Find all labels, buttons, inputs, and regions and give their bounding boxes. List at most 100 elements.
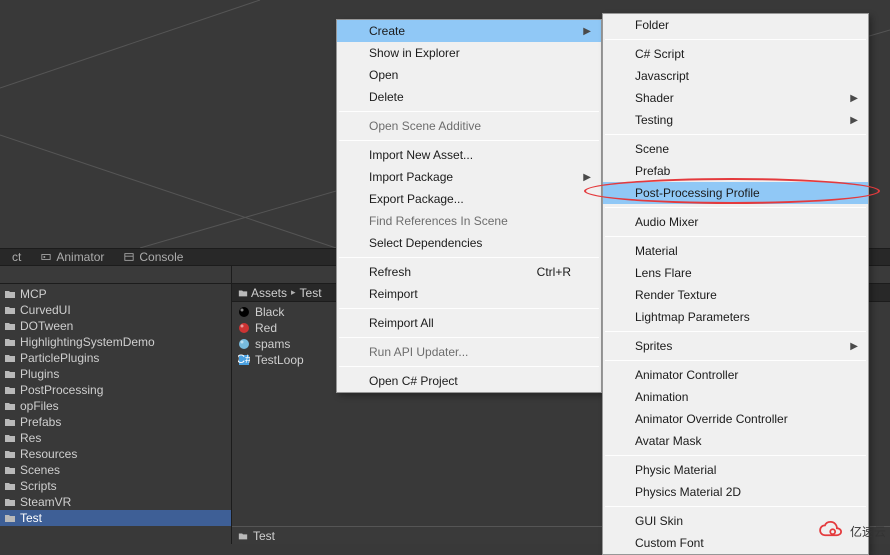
hierarchy-item[interactable]: Prefabs <box>0 414 231 430</box>
hierarchy-item-label: CurvedUI <box>20 303 71 317</box>
hierarchy-item-label: Scenes <box>20 463 60 477</box>
menu-separator <box>339 308 599 309</box>
hierarchy-item-label: Res <box>20 431 41 445</box>
folder-icon <box>4 400 16 412</box>
asset-item-label: spams <box>255 337 290 351</box>
folder-icon <box>4 432 16 444</box>
menu-item[interactable]: Select Dependencies <box>337 232 601 254</box>
menu-item[interactable]: Scene <box>603 138 868 160</box>
folder-icon <box>4 464 16 476</box>
menu-item[interactable]: Javascript <box>603 65 868 87</box>
menu-item-label: Open C# Project <box>369 374 458 388</box>
tab-label: Animator <box>56 250 104 264</box>
tab-label: ct <box>12 250 21 264</box>
hierarchy-item[interactable]: SteamVR <box>0 494 231 510</box>
menu-item[interactable]: Avatar Mask <box>603 430 868 452</box>
menu-item-label: Animation <box>635 390 688 404</box>
menu-item[interactable]: Animator Override Controller <box>603 408 868 430</box>
menu-item[interactable]: Testing▶ <box>603 109 868 131</box>
menu-item-label: Testing <box>635 113 673 127</box>
menu-item[interactable]: Prefab <box>603 160 868 182</box>
hierarchy-item[interactable]: Scenes <box>0 462 231 478</box>
hierarchy-item[interactable]: PostProcessing <box>0 382 231 398</box>
menu-item-label: Lens Flare <box>635 266 692 280</box>
folder-icon <box>4 336 16 348</box>
folder-icon <box>4 480 16 492</box>
menu-item[interactable]: Audio Mixer <box>603 211 868 233</box>
hierarchy-item[interactable]: Res <box>0 430 231 446</box>
menu-item-label: Create <box>369 24 405 38</box>
hierarchy-item[interactable]: Resources <box>0 446 231 462</box>
hierarchy-item[interactable]: DOTween <box>0 318 231 334</box>
hierarchy-item[interactable]: opFiles <box>0 398 231 414</box>
menu-separator <box>339 140 599 141</box>
menu-item[interactable]: Import New Asset... <box>337 144 601 166</box>
menu-item[interactable]: Delete <box>337 86 601 108</box>
hierarchy-item-label: HighlightingSystemDemo <box>20 335 155 349</box>
menu-item[interactable]: Render Texture <box>603 284 868 306</box>
menu-item[interactable]: Physics Material 2D <box>603 481 868 503</box>
menu-item-label: GUI Skin <box>635 514 683 528</box>
menu-item[interactable]: Shader▶ <box>603 87 868 109</box>
menu-item[interactable]: Material <box>603 240 868 262</box>
menu-item[interactable]: Post-Processing Profile <box>603 182 868 204</box>
breadcrumb-root: Assets <box>251 286 287 300</box>
menu-item-label: Avatar Mask <box>635 434 701 448</box>
menu-item: Open Scene Additive <box>337 115 601 137</box>
menu-item[interactable]: Import Package▶ <box>337 166 601 188</box>
menu-item-label: Prefab <box>635 164 670 178</box>
create-submenu: Folder C# ScriptJavascriptShader▶Testing▶… <box>602 13 869 555</box>
menu-item[interactable]: Reimport <box>337 283 601 305</box>
tab-animator[interactable]: Animator <box>31 250 114 264</box>
menu-item-label: Reimport All <box>369 316 434 330</box>
folder-icon <box>4 416 16 428</box>
hierarchy-item-label: Prefabs <box>20 415 61 429</box>
hierarchy-list: MCPCurvedUIDOTweenHighlightingSystemDemo… <box>0 284 231 526</box>
breadcrumb-folder: Test <box>300 286 322 300</box>
menu-separator <box>605 134 866 135</box>
menu-item-label: Reimport <box>369 287 418 301</box>
menu-item: Run API Updater... <box>337 341 601 363</box>
hierarchy-panel: MCPCurvedUIDOTweenHighlightingSystemDemo… <box>0 266 232 544</box>
hierarchy-item[interactable]: HighlightingSystemDemo <box>0 334 231 350</box>
menu-item[interactable]: RefreshCtrl+R <box>337 261 601 283</box>
folder-icon <box>238 531 248 541</box>
menu-item[interactable]: Lens Flare <box>603 262 868 284</box>
menu-item[interactable]: Show in Explorer <box>337 42 601 64</box>
menu-item-label: Shader <box>635 91 674 105</box>
menu-item-label: Import New Asset... <box>369 148 473 162</box>
animator-icon <box>41 252 51 262</box>
tab-label: Console <box>139 250 183 264</box>
menu-item[interactable]: Export Package... <box>337 188 601 210</box>
menu-item[interactable]: Animator Controller <box>603 364 868 386</box>
menu-item-label: Sprites <box>635 339 672 353</box>
menu-item[interactable]: Create▶ <box>337 20 601 42</box>
hierarchy-item[interactable]: Scripts <box>0 478 231 494</box>
menu-item[interactable]: Physic Material <box>603 459 868 481</box>
menu-item-label: Animator Override Controller <box>635 412 788 426</box>
hierarchy-item[interactable]: Test <box>0 510 231 526</box>
menu-item[interactable]: Animation <box>603 386 868 408</box>
menu-item[interactable]: Folder <box>603 14 868 36</box>
menu-item-label: Folder <box>635 18 669 32</box>
menu-item[interactable]: Sprites▶ <box>603 335 868 357</box>
material-icon <box>238 306 250 318</box>
tab-project[interactable]: ct <box>2 250 31 264</box>
menu-item[interactable]: Reimport All <box>337 312 601 334</box>
folder-icon <box>4 368 16 380</box>
hierarchy-item[interactable]: MCP <box>0 286 231 302</box>
chevron-right-icon: ▸ <box>290 287 297 298</box>
menu-item[interactable]: Lightmap Parameters <box>603 306 868 328</box>
watermark-icon <box>818 520 846 542</box>
hierarchy-item[interactable]: CurvedUI <box>0 302 231 318</box>
watermark: 亿速云 <box>818 520 886 542</box>
tab-console[interactable]: Console <box>114 250 193 264</box>
hierarchy-item[interactable]: ParticlePlugins <box>0 350 231 366</box>
menu-item[interactable]: C# Script <box>603 43 868 65</box>
material-icon <box>238 338 250 350</box>
menu-item[interactable]: Open <box>337 64 601 86</box>
menu-separator <box>605 39 866 40</box>
hierarchy-item[interactable]: Plugins <box>0 366 231 382</box>
menu-item-label: Run API Updater... <box>369 345 468 359</box>
menu-item[interactable]: Open C# Project <box>337 370 601 392</box>
